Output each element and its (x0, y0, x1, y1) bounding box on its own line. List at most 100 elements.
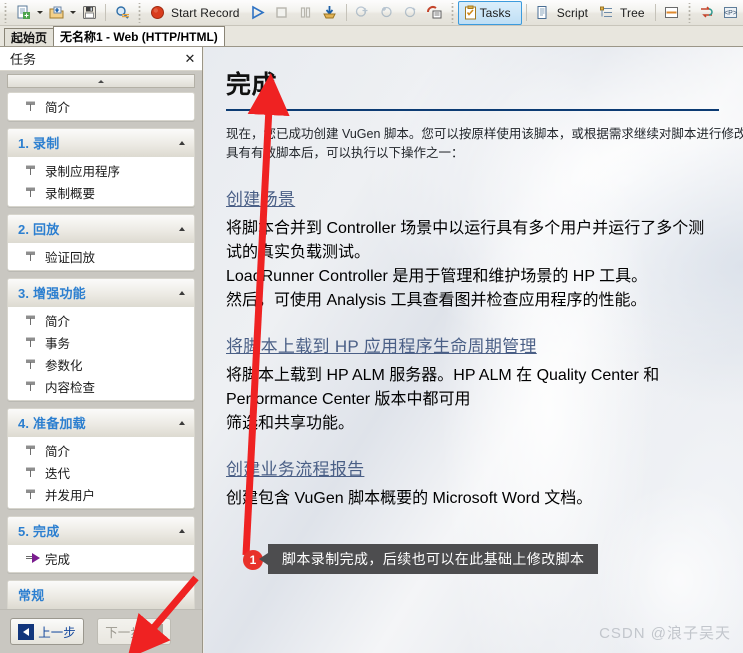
magnifier-icon[interactable] (110, 1, 134, 25)
play-icon[interactable] (246, 1, 270, 25)
sidebar-item-record-application[interactable]: 录制应用程序 (8, 159, 194, 181)
task-group-record: 1. 录制 录制应用程序 录制概要 (7, 128, 195, 207)
sidebar-item-label: 验证回放 (45, 250, 96, 265)
task-group-title: 2. 回放 (18, 222, 60, 237)
scroll-up-arrow[interactable] (7, 74, 195, 88)
tasks-button[interactable]: Tasks (457, 0, 522, 25)
tasks-panel-title: 任务 (10, 52, 37, 67)
step-back-icon (375, 1, 399, 25)
download-icon[interactable] (318, 1, 342, 25)
new-script-icon[interactable] (11, 1, 35, 25)
sidebar-item-label: 录制概要 (45, 186, 96, 201)
pin-icon (26, 444, 42, 456)
script-button[interactable]: Script (531, 1, 594, 25)
pin-icon (26, 336, 42, 348)
next-step-label: 下一步 (105, 626, 143, 640)
tree-button[interactable]: Tree (594, 1, 651, 25)
collapse-icon[interactable] (176, 137, 188, 149)
pin-icon (26, 380, 42, 392)
toolbar-separator (105, 4, 106, 21)
toolbar-separator (654, 4, 656, 21)
wizard-navigation: 上一步 下一步 (0, 609, 202, 653)
sidebar-item-verify-replay[interactable]: 验证回放 (8, 245, 194, 267)
section-business-process-report: 创建业务流程报告 创建包含 VuGen 脚本概要的 Microsoft Word… (226, 455, 719, 508)
stop-icon (270, 1, 294, 25)
toolbar-grip[interactable] (685, 2, 693, 23)
sidebar-item-label: 内容检查 (45, 380, 96, 395)
text-line: 将脚本合并到 Controller 场景中以运行具有多个用户并运行了多个测试的真… (226, 220, 705, 261)
toolbar-separator (525, 4, 527, 21)
sidebar-item-label: 事务 (45, 336, 71, 351)
close-icon[interactable]: ✕ (182, 51, 198, 67)
collapse-icon[interactable] (176, 223, 188, 235)
sidebar-item-label: 完成 (45, 552, 71, 567)
tree-label: Tree (620, 5, 645, 20)
save-icon[interactable] (77, 1, 101, 25)
collapse-icon[interactable] (176, 589, 188, 601)
task-group-prepare-load: 4. 准备加载 简介 迭代 并发用户 (7, 408, 195, 509)
task-group-replay-header[interactable]: 2. 回放 (8, 215, 194, 243)
sidebar-item-transactions[interactable]: 事务 (8, 331, 194, 353)
collapse-icon[interactable] (176, 287, 188, 299)
task-group-finish-header[interactable]: 5. 完成 (8, 517, 194, 545)
tasks-label: Tasks (479, 5, 511, 20)
sidebar-item-prepare-intro[interactable]: 简介 (8, 439, 194, 461)
sidebar-item-label: 迭代 (45, 466, 71, 481)
split-view-icon[interactable] (660, 1, 684, 25)
tasks-list: 简介 1. 录制 录制应用程序 录制概要 2. 回放 验证回放 3. 增强功能 … (0, 71, 202, 609)
title-divider (226, 109, 719, 111)
vugen-window: Start Record Tasks Script Tree <P> 起始页 无… (0, 0, 743, 653)
upload-alm-link[interactable]: 将脚本上载到 HP 应用程序生命周期管理 (226, 332, 719, 357)
open-script-dropdown[interactable] (68, 2, 77, 24)
sidebar-item-finish[interactable]: 完成 (8, 547, 194, 569)
sidebar-item-content-check[interactable]: 内容检查 (8, 375, 194, 397)
runtime-settings-icon[interactable] (423, 1, 447, 25)
task-group-title: 1. 录制 (18, 136, 60, 151)
pin-icon (26, 488, 42, 500)
collapse-icon[interactable] (176, 417, 188, 429)
task-group-general-header[interactable]: 常规 (8, 581, 194, 609)
task-group-replay: 2. 回放 验证回放 (7, 214, 195, 271)
record-icon[interactable] (145, 1, 169, 25)
sidebar-item-intro[interactable]: 简介 (8, 95, 194, 117)
intro-paragraph: 现在，您已成功创建 VuGen 脚本。您可以按原样使用该脚本，或根据需求继续对脚… (226, 125, 743, 163)
open-script-icon[interactable] (44, 1, 68, 25)
sidebar-item-label: 并发用户 (45, 488, 96, 503)
regenerate-icon[interactable] (695, 1, 719, 25)
tree-icon[interactable] (594, 1, 618, 25)
tab-untitled-web-script[interactable]: 无名称1 - Web (HTTP/HTML) (53, 26, 225, 46)
previous-step-button[interactable]: 上一步 (10, 618, 84, 645)
sidebar-item-enhance-intro[interactable]: 简介 (8, 309, 194, 331)
tab-start-page[interactable]: 起始页 (4, 28, 55, 46)
text-line: LoadRunner Controller 是用于管理和维护场景的 HP 工具。 (226, 268, 648, 285)
sidebar-item-record-summary[interactable]: 录制概要 (8, 181, 194, 203)
task-group-record-header[interactable]: 1. 录制 (8, 129, 194, 157)
sidebar-item-iterations[interactable]: 迭代 (8, 461, 194, 483)
sidebar-item-label: 简介 (45, 314, 71, 329)
sidebar-item-concurrent-users[interactable]: 并发用户 (8, 483, 194, 505)
pin-icon (26, 250, 42, 262)
task-group-enhance: 3. 增强功能 简介 事务 参数化 内容检查 (7, 278, 195, 401)
document-icon[interactable] (531, 1, 555, 25)
task-group-prepare-load-header[interactable]: 4. 准备加载 (8, 409, 194, 437)
editor-tab-strip: 起始页 无名称1 - Web (HTTP/HTML) (0, 26, 743, 47)
start-record-button[interactable]: Start Record (145, 1, 246, 25)
tasks-panel: 任务 ✕ 简介 1. 录制 录制应用程序 录制概要 2. 回放 验证回放 3. … (0, 47, 203, 653)
pin-icon (26, 186, 42, 198)
toolbar-grip[interactable] (2, 2, 9, 23)
task-group-title: 4. 准备加载 (18, 416, 86, 431)
toolbar-grip[interactable] (448, 2, 456, 23)
create-scenario-link[interactable]: 创建场景 (226, 185, 719, 210)
business-process-report-link[interactable]: 创建业务流程报告 (226, 455, 719, 480)
new-script-dropdown[interactable] (35, 2, 44, 24)
pin-icon (26, 100, 42, 112)
task-group-title: 3. 增强功能 (18, 286, 86, 301)
sidebar-item-parameterization[interactable]: 参数化 (8, 353, 194, 375)
collapse-icon[interactable] (176, 525, 188, 537)
code-snapshot-icon[interactable]: <P> (719, 1, 743, 25)
toolbar-grip[interactable] (136, 2, 143, 23)
task-group-enhance-header[interactable]: 3. 增强功能 (8, 279, 194, 307)
task-group-finish: 5. 完成 完成 (7, 516, 195, 573)
svg-text:<P>: <P> (724, 10, 737, 17)
pin-icon (26, 164, 42, 176)
